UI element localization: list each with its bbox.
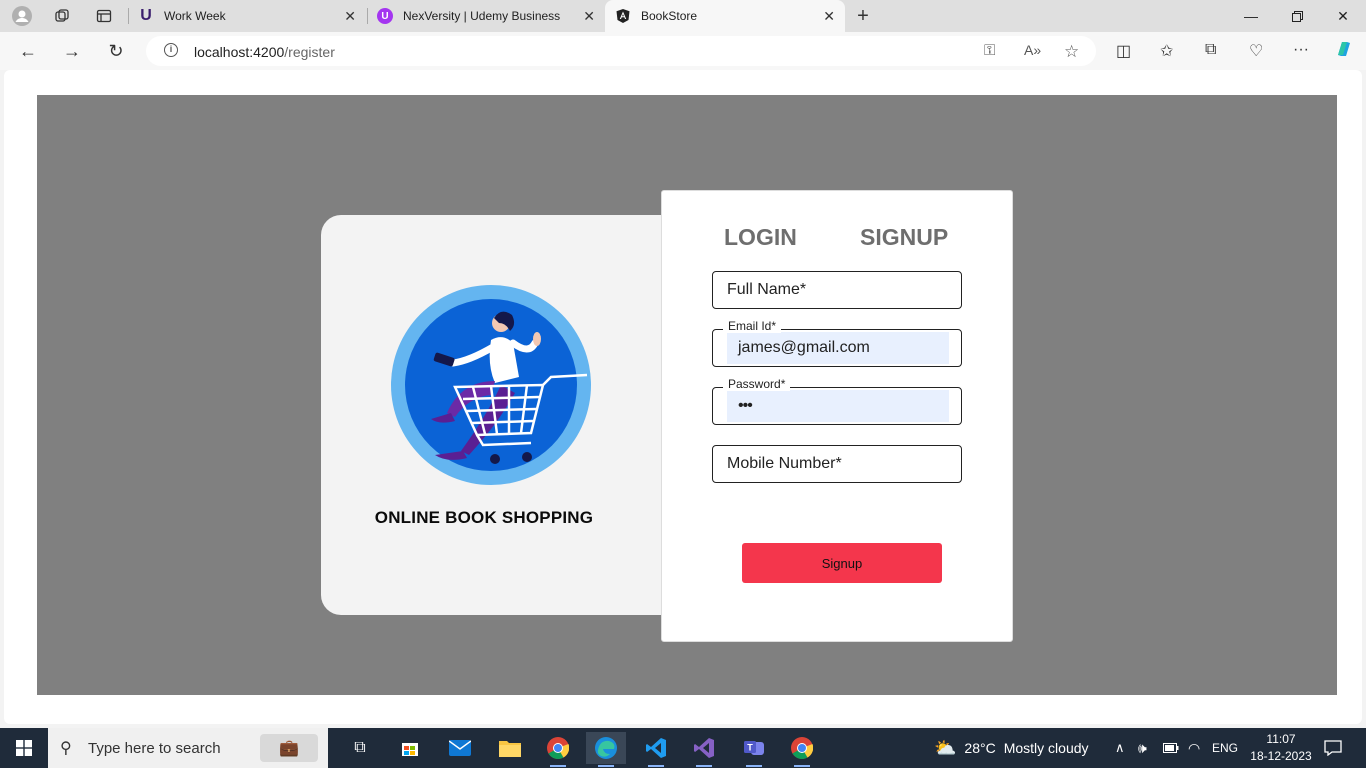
udemy-icon: U: [377, 8, 393, 24]
performance-icon[interactable]: ♡: [1249, 41, 1263, 61]
clock-date: 18-12-2023: [1250, 749, 1312, 763]
split-screen-icon[interactable]: ◫: [1116, 41, 1131, 61]
chrome-profile-icon[interactable]: [782, 732, 822, 767]
weather-widget[interactable]: ⛅ 28°C Mostly cloudy: [934, 728, 1089, 768]
more-menu-icon[interactable]: ···: [1293, 41, 1309, 59]
autofill-highlight: [727, 390, 949, 422]
close-icon[interactable]: ✕: [823, 8, 835, 25]
visual-studio-icon[interactable]: [684, 732, 724, 767]
favorite-star-icon[interactable]: ☆: [1064, 42, 1079, 62]
chrome-icon[interactable]: [538, 732, 578, 767]
tab-title: BookStore: [641, 9, 698, 23]
back-icon[interactable]: ←: [16, 39, 40, 63]
briefcase-icon[interactable]: 💼: [260, 734, 318, 762]
tab-bookstore[interactable]: BookStore ✕: [605, 0, 845, 32]
close-window-icon[interactable]: ✕: [1320, 0, 1366, 32]
copilot-icon[interactable]: [1334, 39, 1354, 64]
browser-toolbar: ← → ↻ i localhost:4200/register ⚿ A» ☆ ◫…: [0, 32, 1366, 70]
windows-start-icon[interactable]: [0, 728, 48, 768]
site-info-icon[interactable]: i: [164, 43, 178, 57]
wifi-icon[interactable]: ◠: [1188, 728, 1200, 768]
tab-separator: [367, 8, 368, 24]
register-page-background: ONLINE BOOK SHOPPING LOGIN SIGNUP Full N…: [37, 95, 1337, 695]
workspaces-icon[interactable]: [51, 5, 73, 27]
svg-text:T: T: [747, 743, 753, 753]
tab-actions-icon[interactable]: [93, 5, 115, 27]
mobile-number-field[interactable]: Mobile Number*: [712, 445, 962, 483]
plus-icon[interactable]: +: [852, 5, 874, 27]
auth-card: LOGIN SIGNUP Full Name* Email Id* james@…: [661, 190, 1013, 642]
speaker-icon[interactable]: 🕪: [1138, 728, 1147, 768]
mail-icon[interactable]: [440, 732, 480, 764]
address-bar[interactable]: i localhost:4200/register ⚿ A» ☆: [146, 36, 1096, 66]
email-field[interactable]: Email Id* james@gmail.com: [712, 319, 962, 367]
url-path: /register: [284, 44, 335, 60]
close-icon[interactable]: ✕: [583, 8, 595, 25]
weather-temperature: 28°C: [964, 740, 996, 756]
battery-icon[interactable]: [1163, 728, 1179, 768]
close-icon[interactable]: ✕: [344, 8, 356, 25]
minimize-icon[interactable]: —: [1228, 0, 1274, 32]
file-explorer-icon[interactable]: [490, 732, 530, 764]
url-host: localhost:4200: [194, 44, 285, 60]
full-name-field[interactable]: Full Name*: [712, 271, 962, 309]
shopping-cart-woman-illustration: [391, 285, 591, 485]
windows-taskbar: ⚲ Type here to search 💼 ⧉ T ⛅ 28°C Mostl…: [0, 728, 1366, 768]
tab-nexversity[interactable]: U NexVersity | Udemy Business ✕: [377, 0, 605, 32]
taskbar-search[interactable]: ⚲ Type here to search 💼: [48, 728, 328, 768]
favorites-icon[interactable]: ✩: [1160, 41, 1173, 61]
task-view-icon[interactable]: ⧉: [340, 732, 380, 764]
search-icon: ⚲: [60, 740, 72, 757]
edge-icon[interactable]: [586, 732, 626, 767]
profile-icon[interactable]: [11, 5, 33, 27]
search-placeholder: Type here to search: [88, 740, 221, 757]
brand-card: ONLINE BOOK SHOPPING: [321, 215, 681, 615]
signup-button[interactable]: Signup: [742, 543, 942, 583]
refresh-icon[interactable]: ↻: [104, 39, 128, 63]
restore-icon[interactable]: [1274, 0, 1320, 32]
mobile-number-placeholder: Mobile Number*: [727, 455, 842, 472]
forward-icon[interactable]: →: [60, 39, 84, 63]
browser-tab-bar: U Work Week ✕ U NexVersity | Udemy Busin…: [0, 0, 1366, 32]
read-aloud-icon[interactable]: A»: [1024, 42, 1041, 58]
collections-icon[interactable]: ⧉: [1205, 41, 1216, 59]
tab-title: NexVersity | Udemy Business: [403, 9, 561, 23]
weather-description: Mostly cloudy: [1003, 740, 1089, 756]
clock-time: 11:07: [1266, 732, 1296, 746]
show-hidden-icons[interactable]: ∧: [1115, 728, 1125, 768]
tab-title: Work Week: [164, 9, 226, 23]
password-label: Password*: [723, 377, 791, 391]
email-label: Email Id*: [723, 319, 782, 333]
vscode-icon[interactable]: [636, 732, 676, 767]
partly-cloudy-icon: ⛅: [934, 737, 957, 758]
teams-icon[interactable]: T: [734, 732, 774, 767]
microsoft-store-icon[interactable]: [390, 732, 430, 764]
tab-separator: [128, 8, 129, 24]
system-clock[interactable]: 11:07 18-12-2023: [1250, 731, 1312, 765]
brand-title: ONLINE BOOK SHOPPING: [374, 508, 594, 527]
notifications-icon[interactable]: [1324, 728, 1342, 768]
full-name-placeholder: Full Name*: [727, 281, 807, 298]
udemy-icon: U: [140, 7, 152, 24]
password-field[interactable]: Password* •••: [712, 377, 962, 425]
login-tab[interactable]: LOGIN: [724, 224, 797, 251]
tab-work-week[interactable]: U Work Week ✕: [138, 0, 366, 32]
key-icon[interactable]: ⚿: [984, 42, 995, 59]
signup-tab[interactable]: SIGNUP: [860, 224, 948, 251]
password-value: •••: [738, 397, 753, 414]
angular-icon: [615, 8, 631, 24]
url-text: localhost:4200/register: [194, 44, 335, 60]
email-value: james@gmail.com: [738, 339, 870, 356]
language-indicator[interactable]: ENG: [1212, 728, 1238, 768]
